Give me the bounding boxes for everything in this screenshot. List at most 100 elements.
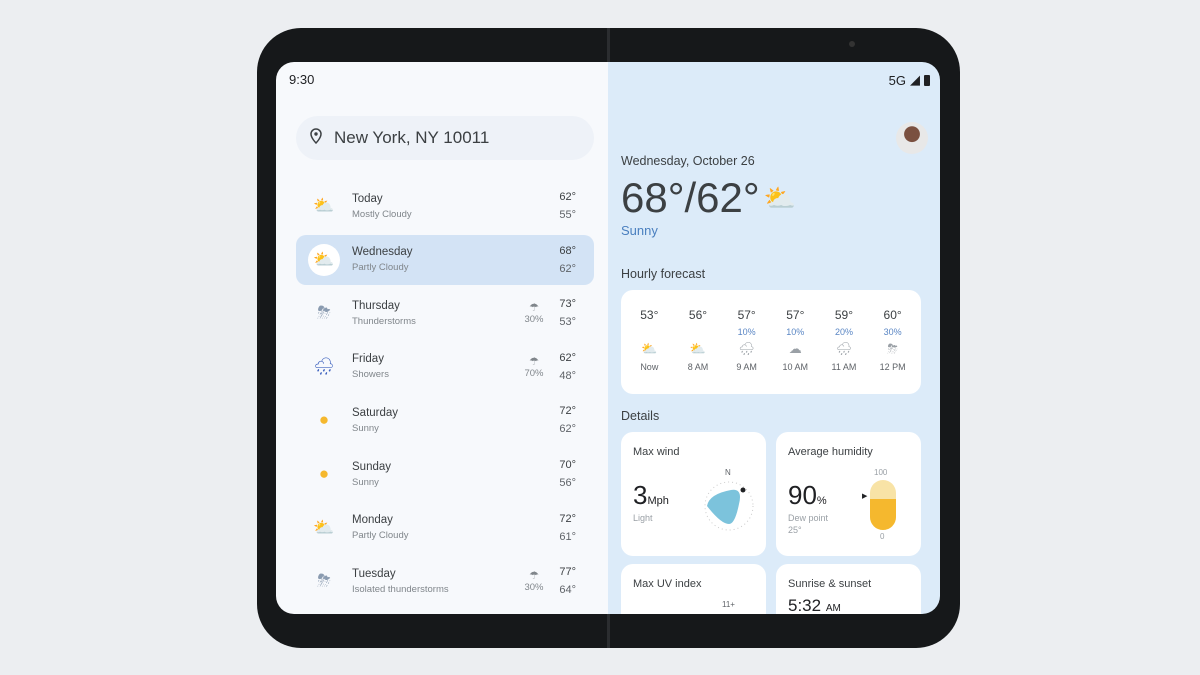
day-row-wednesday[interactable]: ⛅ Wednesday Partly Cloudy 68° 62°: [296, 234, 594, 285]
avatar[interactable]: [896, 122, 928, 154]
forecast-pane: 9:30 New York, NY 10011 ⛅ Today Mostly Cl…: [276, 62, 608, 614]
day-row-monday[interactable]: ⛅ Monday Partly Cloudy 72° 61°: [296, 503, 594, 553]
hour-precip: 20%: [834, 327, 853, 337]
sun-icon: ●: [318, 464, 330, 483]
hour-label: 10 AM: [782, 362, 809, 372]
hour-label: 8 AM: [687, 362, 709, 372]
uv-max: 11+: [722, 600, 735, 609]
wind-direction-icon: [704, 481, 754, 531]
day-name: Saturday: [352, 406, 399, 419]
day-condition: Partly Cloudy: [352, 530, 409, 542]
partly-cloudy-icon: ⛅: [308, 243, 340, 276]
day-name: Wednesday: [352, 246, 413, 259]
hour-label: 9 AM: [736, 362, 757, 372]
day-condition: Showers: [352, 369, 389, 381]
precip-chance: 30%: [524, 314, 544, 326]
low-temp: 56°: [559, 477, 576, 489]
thunderstorm-icon: ⛈: [317, 571, 331, 591]
hour-weather-icon: ⛈: [887, 341, 898, 356]
current-condition: Sunny: [621, 223, 658, 238]
hour-temp: 60°: [883, 308, 902, 322]
humidity-pointer-icon: ▶: [862, 493, 868, 500]
network-label: 5G: [888, 72, 906, 88]
wind-value: 3: [633, 480, 648, 510]
day-name: Monday: [352, 514, 393, 527]
humidity-unit: %: [816, 495, 827, 507]
hour-weather-icon: ⛅: [641, 341, 658, 356]
battery-icon: [924, 74, 930, 86]
day-condition: Partly Cloudy: [352, 262, 409, 274]
hour-temp: 53°: [640, 308, 659, 322]
current-temps: 68°/62° ⛅: [621, 174, 796, 222]
hour-weather-icon: ⛅: [689, 341, 707, 356]
humidity-gauge: [870, 480, 896, 530]
hour-item: 60° 30% ⛈ 12 PM: [870, 290, 916, 394]
hour-precip: 10%: [786, 327, 805, 337]
showers-icon: 🌧: [313, 356, 335, 376]
status-icons: 5G ◢: [889, 72, 930, 88]
hour-item: 57° 10% 🌧 9 AM: [724, 290, 770, 394]
precip-chance: 70%: [524, 367, 544, 379]
day-name: Friday: [352, 353, 384, 366]
high-temp: 72°: [559, 405, 576, 418]
day-row-thursday[interactable]: ⛈ Thursday Thunderstorms ☂ 30% 73° 53°: [296, 288, 594, 338]
humidity-value: 90: [788, 480, 817, 510]
sunrise-card[interactable]: Sunrise & sunset 5:32 AM: [776, 564, 921, 614]
high-temp: 68°: [559, 244, 576, 257]
high-temp: 62°: [559, 191, 576, 203]
hour-item: 53° ⛅ Now: [626, 290, 672, 394]
wind-card[interactable]: Max wind 3Mph Light N: [621, 432, 766, 556]
rain-icon: ☂: [529, 355, 539, 368]
high-temp: 73°: [559, 298, 576, 311]
low-temp: 62°: [559, 262, 576, 275]
high-temp: 77°: [559, 566, 576, 579]
detail-pane: 5G ◢ Wednesday, October 26 68°/62° ⛅ Sunn…: [608, 62, 940, 614]
day-condition: Mostly Cloudy: [352, 208, 412, 220]
sunrise-time: 5:32: [788, 596, 822, 614]
wind-unit: Mph: [647, 495, 669, 507]
hour-item: 59° 20% 🌧 11 AM: [821, 290, 867, 394]
hourly-forecast[interactable]: 53° ⛅ Now 56° ⛅ 8 AM 57° 10% 🌧 9 AM 57° 10% ☁ 10 AM 59…: [621, 290, 921, 394]
low-temp: 55°: [559, 209, 576, 221]
signal-icon: ◢: [910, 72, 920, 87]
day-name: Today: [352, 192, 383, 205]
day-row-friday[interactable]: 🌧 Friday Showers ☂ 70% 62° 48°: [296, 342, 594, 392]
day-row-today[interactable]: ⛅ Today Mostly Cloudy 62° 55°: [296, 181, 594, 231]
high-temp: 70°: [559, 459, 576, 471]
camera: [849, 41, 855, 47]
humidity-card[interactable]: Average humidity 90% Dew point 25° 100 ▶…: [776, 432, 921, 556]
day-name: Thursday: [352, 299, 400, 312]
current-date: Wednesday, October 26: [621, 154, 755, 168]
day-row-sunday[interactable]: ● Sunday Sunny 70° 56°: [296, 449, 594, 499]
hour-weather-icon: ☁: [788, 341, 802, 356]
day-row-saturday[interactable]: ● Saturday Sunny 72° 62°: [296, 395, 594, 445]
low-temp: 53°: [559, 316, 576, 329]
hour-temp: 59°: [834, 308, 854, 322]
hour-precip: 10%: [737, 327, 756, 337]
day-name: Sunday: [352, 460, 392, 473]
uv-card[interactable]: Max UV index 11+: [621, 564, 766, 614]
partly-cloudy-icon: ⛅: [313, 196, 335, 215]
hour-item: 57° 10% ☁ 10 AM: [772, 290, 818, 394]
location-search[interactable]: New York, NY 10011: [296, 116, 594, 160]
day-condition: Isolated thunderstorms: [352, 583, 449, 595]
humidity-max: 100: [874, 468, 888, 477]
hour-temp: 57°: [737, 308, 756, 322]
status-time: 9:30: [289, 72, 315, 87]
hour-label: 12 PM: [879, 362, 906, 372]
sun-icon: ●: [318, 410, 330, 430]
day-row-tuesday[interactable]: ⛈ Tuesday Isolated thunderstorms ☂ 30% 77°…: [296, 556, 594, 606]
partly-cloudy-icon: ⛅: [763, 182, 797, 213]
humidity-fill: [870, 498, 896, 530]
low-temp: 48°: [559, 369, 576, 382]
day-name: Tuesday: [352, 567, 396, 580]
location-text: New York, NY 10011: [334, 128, 490, 147]
hour-temp: 57°: [786, 308, 805, 322]
rain-icon: ☂: [529, 570, 539, 583]
humidity-title: Average humidity: [788, 446, 873, 458]
day-condition: Thunderstorms: [352, 315, 416, 327]
rain-icon: ☂: [529, 302, 539, 315]
thunderstorm-icon: ⛈: [317, 303, 331, 323]
hour-temp: 56°: [688, 308, 708, 322]
hour-label: Now: [640, 362, 659, 372]
